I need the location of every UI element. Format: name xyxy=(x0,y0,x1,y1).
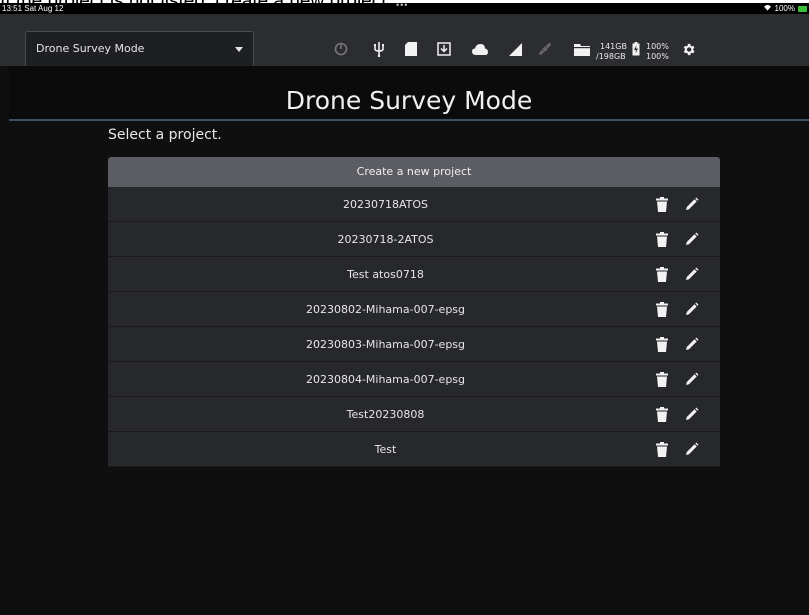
storage-used: 141GB xyxy=(600,42,627,51)
trash-icon[interactable] xyxy=(656,442,668,457)
battery-1-value: 100% xyxy=(646,42,669,51)
wifi-icon xyxy=(763,3,772,14)
mode-dropdown[interactable]: Drone Survey Mode xyxy=(25,31,254,67)
project-name: 20230718ATOS xyxy=(342,198,429,211)
battery-icon[interactable] xyxy=(630,31,642,67)
pencil-icon[interactable] xyxy=(684,372,699,387)
timer-icon[interactable] xyxy=(332,31,350,67)
project-row[interactable]: 20230804-Mihama-007-epsg xyxy=(108,362,720,397)
trash-icon[interactable] xyxy=(656,372,668,387)
status-right: 100% xyxy=(763,3,807,14)
trash-icon[interactable] xyxy=(656,232,668,247)
usb-icon[interactable] xyxy=(370,31,388,67)
project-name: Test atos0718 xyxy=(347,268,424,281)
pencil-icon[interactable] xyxy=(684,232,699,247)
title-band: Drone Survey Mode xyxy=(9,66,809,121)
battery-2-value: 100% xyxy=(646,52,669,61)
status-time: 13:51 Sat Aug 12 xyxy=(2,4,64,13)
trash-icon[interactable] xyxy=(656,267,668,282)
pencil-icon[interactable] xyxy=(684,337,699,352)
status-battery-text: 100% xyxy=(774,4,795,13)
chevron-down-icon xyxy=(235,47,243,52)
pencil-icon[interactable] xyxy=(684,197,699,212)
signal-icon[interactable] xyxy=(506,31,524,67)
sd-card-icon[interactable] xyxy=(402,31,420,67)
trash-icon[interactable] xyxy=(656,302,668,317)
select-project-prompt: Select a project. xyxy=(108,127,222,143)
project-row[interactable]: 20230803-Mihama-007-epsg xyxy=(108,327,720,362)
create-project-button[interactable]: Create a new project xyxy=(108,157,720,187)
storage-total: /198GB xyxy=(596,52,626,61)
project-name: 20230802-Mihama-007-epsg xyxy=(305,303,466,316)
project-name: 20230803-Mihama-007-epsg xyxy=(305,338,466,351)
project-row[interactable]: 20230718ATOS xyxy=(108,187,720,222)
download-icon[interactable] xyxy=(434,31,454,67)
trash-icon[interactable] xyxy=(656,197,668,212)
project-list: 20230718ATOS 20230718-2ATOS Test atos071… xyxy=(108,187,720,467)
pencil-icon[interactable] xyxy=(684,267,699,282)
folder-icon[interactable] xyxy=(572,31,592,67)
project-row[interactable]: 20230802-Mihama-007-epsg xyxy=(108,292,720,327)
settings-icon[interactable] xyxy=(678,31,698,67)
page-title: Drone Survey Mode xyxy=(285,86,533,115)
top-toolbar: Drone Survey Mode 141GB /198GB 100% 100% xyxy=(0,14,809,67)
trash-icon[interactable] xyxy=(656,407,668,422)
mode-dropdown-value: Drone Survey Mode xyxy=(36,42,145,55)
project-row[interactable]: 20230718-2ATOS xyxy=(108,222,720,257)
status-battery-icon xyxy=(798,5,807,12)
trash-icon[interactable] xyxy=(656,337,668,352)
status-bar: 13:51 Sat Aug 12 ••• 100% xyxy=(0,0,809,14)
project-row[interactable]: Test atos0718 xyxy=(108,257,720,292)
satellite-icon[interactable] xyxy=(536,31,554,67)
project-row[interactable]: Test20230808 xyxy=(108,397,720,432)
project-name: Test20230808 xyxy=(346,408,425,421)
pencil-icon[interactable] xyxy=(684,442,699,457)
pencil-icon[interactable] xyxy=(684,302,699,317)
cloud-icon[interactable] xyxy=(470,31,490,67)
project-name: Test xyxy=(374,443,397,456)
project-name: 20230804-Mihama-007-epsg xyxy=(305,373,466,386)
project-name: 20230718-2ATOS xyxy=(337,233,434,246)
pencil-icon[interactable] xyxy=(684,407,699,422)
device-screen: 13:51 Sat Aug 12 ••• 100% Drone Survey M… xyxy=(0,0,809,615)
multitask-dots[interactable]: ••• xyxy=(396,0,408,11)
project-row[interactable]: Test xyxy=(108,432,720,467)
